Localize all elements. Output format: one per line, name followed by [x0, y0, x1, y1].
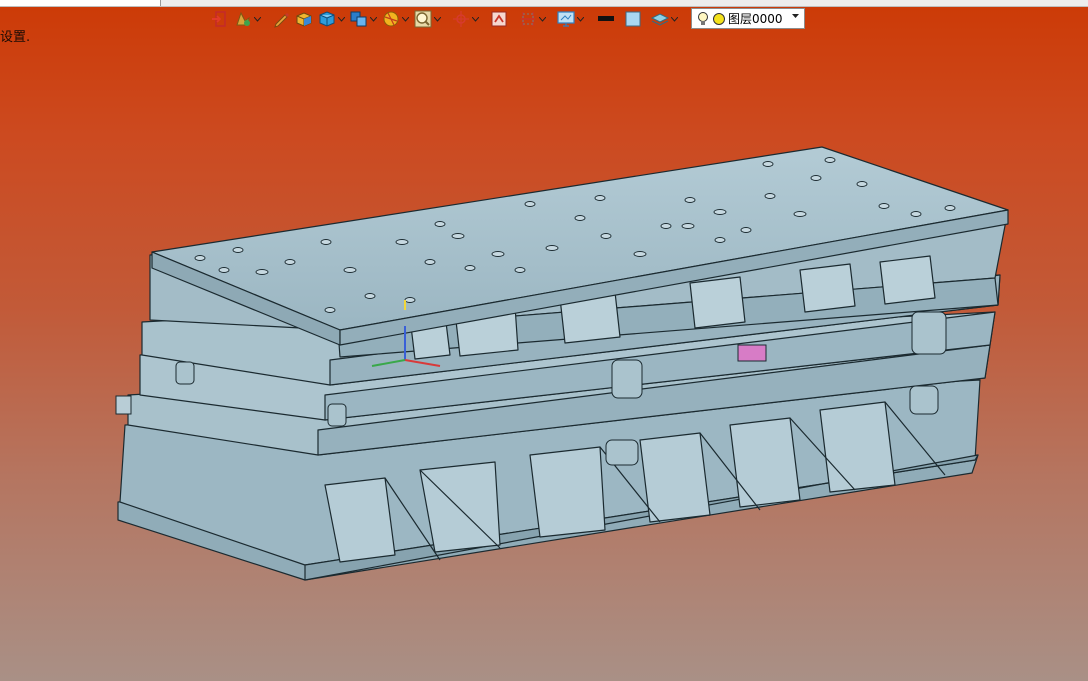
3d-viewport[interactable]	[0, 0, 1088, 681]
side-bracket	[115, 395, 132, 415]
die-set-model[interactable]	[117, 146, 1009, 581]
highlighted-part[interactable]	[737, 344, 767, 362]
